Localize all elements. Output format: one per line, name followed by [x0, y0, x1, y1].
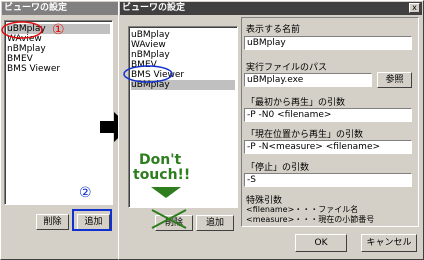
right-dialog-title: ビューワの設定 [120, 2, 422, 15]
dont-touch-line1: Don't [139, 152, 182, 168]
red-circle-annotation [1, 21, 43, 39]
play-from-start-field[interactable]: -P -N0 <filename> [244, 108, 412, 122]
right-add-button[interactable]: 追加 [196, 215, 234, 231]
display-name-field[interactable]: uBMplay [244, 36, 412, 50]
left-list-item[interactable]: BMS Viewer [7, 64, 60, 74]
right-list-item[interactable]: nBMplay [131, 50, 170, 60]
cross-out-mark [151, 209, 187, 229]
left-delete-button[interactable]: 削除 [36, 214, 69, 230]
ok-button[interactable]: OK [295, 234, 347, 252]
left-dialog-title: ビューワの設定 [2, 2, 118, 15]
exe-path-field[interactable]: uBMplay.exe [244, 73, 372, 87]
right-list-item[interactable]: WAview [131, 40, 166, 50]
close-icon[interactable]: x [409, 3, 420, 13]
blue-highlight-box [72, 209, 112, 231]
stop-label: 「停止」の引数 [246, 163, 310, 173]
play-from-current-field[interactable]: -P -N<measure> <filename> [244, 140, 412, 154]
marker-2: ② [79, 185, 92, 201]
display-name-label: 表示する名前 [246, 25, 301, 35]
dont-touch-line2: touch!! [133, 167, 191, 183]
left-viewer-list[interactable]: uBMplay WAview nBMplay BMEV BMS Viewer [4, 20, 113, 205]
cancel-button[interactable]: キャンセル [361, 234, 417, 252]
left-list-item[interactable]: nBMplay [7, 44, 46, 54]
special-args-measure: <measure>・・・現在の小節番号 [246, 215, 375, 224]
right-list-item[interactable]: uBMplay [131, 30, 170, 40]
blue-circle-annotation [123, 65, 173, 83]
stop-field[interactable]: -S [244, 173, 412, 187]
green-down-arrow-icon [151, 187, 181, 198]
play-from-start-label: 「最初から再生」の引数 [246, 98, 346, 108]
exe-path-label: 実行ファイルのパス [246, 63, 328, 73]
play-from-current-label: 「現在位置から再生」の引数 [246, 130, 364, 140]
browse-button[interactable]: 参照 [377, 72, 412, 88]
marker-1: ① [52, 22, 65, 38]
left-list-item[interactable]: BMEV [7, 54, 33, 64]
